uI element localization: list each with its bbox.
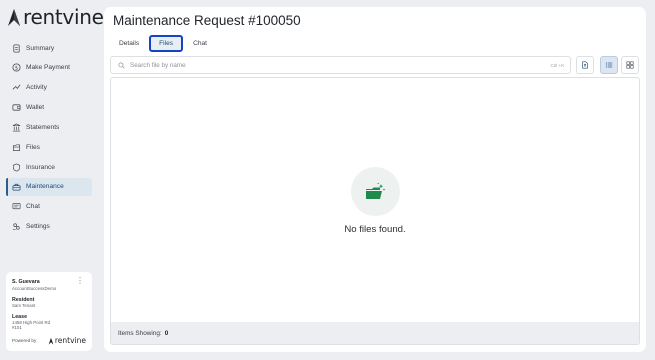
empty-state-message: No files found. (344, 224, 406, 235)
lease-address-line2: #101 (12, 325, 22, 330)
search-input[interactable] (130, 61, 551, 69)
sidebar-item-files[interactable]: Files (6, 138, 92, 156)
account-name: AccountSuccessDemo (12, 286, 57, 291)
search-box: Ctrl +K (110, 56, 571, 74)
main-panel: Maintenance Request #100050 Details File… (104, 7, 646, 352)
sidebar-item-label: Insurance (26, 163, 55, 171)
sidebar-item-label: Summary (26, 44, 55, 52)
sidebar-item-summary[interactable]: Summary (6, 39, 92, 57)
list-view-icon (605, 62, 613, 68)
kebab-menu-icon[interactable]: ⋮ (76, 277, 84, 285)
maintenance-icon (12, 182, 21, 191)
wallet-icon (12, 103, 21, 112)
grid-view-button[interactable] (621, 56, 639, 74)
powered-by-logo: rentvine (48, 336, 86, 345)
sidebar-item-wallet[interactable]: Wallet (6, 99, 92, 117)
sidebar-item-label: Statements (26, 123, 60, 131)
rentvine-logo-mark-icon (48, 337, 54, 345)
activity-icon (12, 83, 21, 92)
sidebar-nav: Summary $ Make Payment Activity Wallet S… (6, 39, 92, 237)
shield-icon (12, 163, 21, 172)
upload-file-button[interactable] (576, 56, 594, 74)
sidebar-item-label: Settings (26, 223, 50, 231)
items-showing-label: Items Showing: (118, 329, 162, 337)
sidebar-item-label: Wallet (26, 104, 45, 112)
items-showing-count: 0 (164, 329, 169, 337)
sidebar-item-chat[interactable]: Chat (6, 198, 92, 216)
powered-by-logo-text: rentvine (54, 336, 86, 345)
dollar-icon: $ (12, 63, 21, 72)
sidebar-item-insurance[interactable]: Insurance (6, 158, 92, 176)
sidebar-item-label: Maintenance (26, 183, 64, 191)
tab-details[interactable]: Details (112, 35, 146, 52)
grid-view-icon (626, 61, 634, 69)
sidebar-item-label: Files (26, 143, 40, 151)
sidebar-item-settings[interactable]: Settings (6, 218, 92, 236)
search-shortcut-hint: Ctrl +K (550, 62, 564, 68)
powered-by-label: Powered by (12, 338, 37, 343)
search-icon (118, 61, 125, 69)
items-footer: Items Showing: 0 (111, 322, 639, 344)
empty-state-illustration (350, 167, 400, 216)
powered-by: Powered by rentvine (12, 336, 86, 345)
files-panel: No files found. Items Showing: 0 (110, 77, 640, 345)
open-folder-icon (366, 182, 385, 199)
bank-icon (12, 123, 21, 132)
tab-chat[interactable]: Chat (186, 35, 214, 52)
empty-state: No files found. (111, 167, 639, 235)
tab-bar: Details Files Chat (112, 35, 217, 52)
logo-text: rentvine (23, 5, 104, 29)
role-value: Sam Tenant (12, 303, 36, 308)
files-icon (12, 143, 21, 152)
rentvine-logo[interactable]: rentvine (7, 6, 104, 28)
sidebar-item-make-payment[interactable]: $ Make Payment (6, 59, 92, 77)
sidebar-item-label: Activity (26, 84, 47, 92)
upload-file-icon (582, 61, 588, 69)
document-icon (12, 43, 21, 53)
list-view-button[interactable] (600, 56, 618, 74)
sidebar-item-label: Make Payment (26, 64, 70, 72)
sidebar-item-label: Chat (26, 203, 40, 211)
sidebar-item-activity[interactable]: Activity (6, 79, 92, 97)
settings-icon (12, 222, 21, 231)
user-name: S. Guevara (12, 279, 40, 285)
tab-files[interactable]: Files (149, 35, 184, 52)
svg-text:$: $ (15, 66, 18, 72)
rentvine-logo-mark-icon (8, 9, 20, 26)
page-title: Maintenance Request #100050 (113, 13, 301, 28)
chat-icon (12, 202, 21, 211)
user-card: S. Guevara AccountSuccessDemo ⋮ Resident… (6, 272, 92, 351)
sidebar-item-statements[interactable]: Statements (6, 118, 92, 136)
sidebar-item-maintenance[interactable]: Maintenance (6, 177, 92, 196)
